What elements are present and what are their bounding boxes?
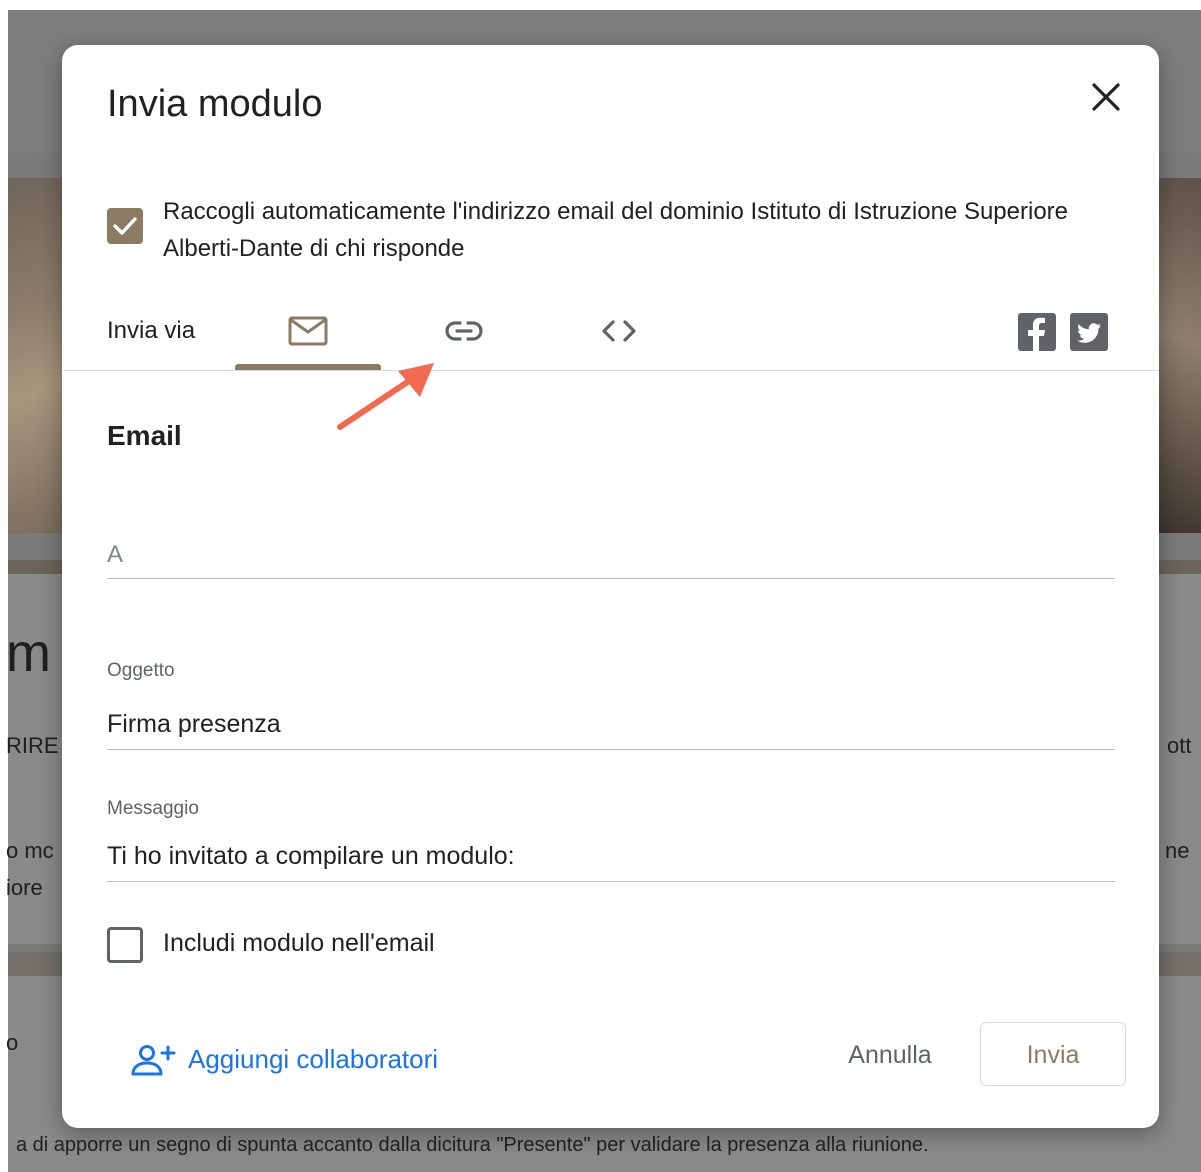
mail-icon xyxy=(288,316,328,346)
tabs-divider xyxy=(62,370,1159,371)
background-text-fragment: iore xyxy=(6,875,43,900)
page-top-edge xyxy=(0,0,1201,10)
send-form-dialog: Invia modulo Raccogli automaticamente l'… xyxy=(62,45,1159,1128)
subject-value: Firma presenza xyxy=(107,710,281,738)
input-underline xyxy=(107,749,1115,750)
share-twitter-button[interactable] xyxy=(1070,313,1108,351)
message-value: Ti ho invitato a compilare un modulo: xyxy=(107,842,515,870)
add-collaborators-label: Aggiungi collaboratori xyxy=(188,1044,439,1074)
collect-email-label: Raccogli automaticamente l'indirizzo ema… xyxy=(163,198,1069,262)
background-text-fragment: RIRE xyxy=(6,733,59,758)
tab-embed[interactable] xyxy=(546,300,692,370)
background-photo-left xyxy=(8,178,62,533)
message-label: Messaggio xyxy=(107,798,199,819)
collect-email-checkbox[interactable] xyxy=(107,208,143,244)
close-button[interactable] xyxy=(1086,77,1126,117)
annotation-arrow xyxy=(337,363,434,430)
background-text-fragment: ne xyxy=(1165,838,1190,863)
input-underline xyxy=(107,881,1115,882)
twitter-icon xyxy=(1077,323,1101,343)
facebook-icon xyxy=(1028,317,1045,351)
to-field xyxy=(107,535,1115,580)
checkmark-icon xyxy=(113,217,137,235)
background-photo-right xyxy=(1159,178,1201,533)
background-footer-text: a di apporre un segno di spunta accanto … xyxy=(16,1134,929,1156)
add-person-icon xyxy=(131,1045,176,1076)
send-via-label: Invia via xyxy=(107,317,196,344)
subject-label: Oggetto xyxy=(107,660,175,681)
embed-code-icon xyxy=(602,320,636,342)
background-text-fragment: o xyxy=(6,1030,19,1055)
cancel-button[interactable]: Annulla xyxy=(830,1030,950,1080)
share-facebook-button[interactable] xyxy=(1018,313,1056,351)
subject-field[interactable]: Oggetto Firma presenza xyxy=(107,660,1115,752)
close-icon xyxy=(1092,83,1120,111)
send-button[interactable]: Invia xyxy=(980,1022,1126,1086)
dialog-title: Invia modulo xyxy=(107,83,323,125)
message-field[interactable]: Messaggio Ti ho invitato a compilare un … xyxy=(107,798,1115,884)
page-left-edge xyxy=(0,0,8,1172)
link-icon xyxy=(445,321,483,341)
recipients-input[interactable] xyxy=(107,535,1115,575)
background-text-fragment: ott xyxy=(1167,733,1192,758)
section-title-email: Email xyxy=(107,420,182,451)
background-heading-fragment: m xyxy=(6,623,51,683)
include-form-checkbox[interactable] xyxy=(107,927,143,963)
background-text-fragment: o mc xyxy=(6,838,54,863)
include-form-label: Includi modulo nell'email xyxy=(163,929,435,957)
input-underline xyxy=(107,578,1115,579)
